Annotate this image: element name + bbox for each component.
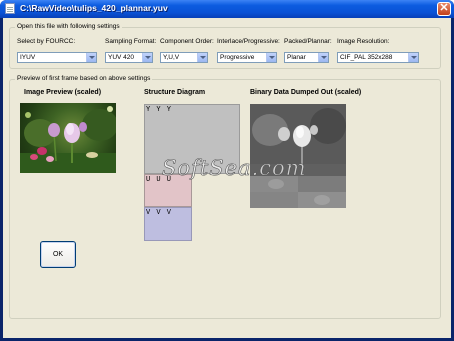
v-plane: V V V: [144, 207, 192, 241]
component-order-label: Component Order:: [160, 38, 214, 45]
ok-button[interactable]: OK: [40, 241, 76, 268]
ok-button-label: OK: [52, 251, 64, 258]
packed-planar-select[interactable]: Planar: [284, 52, 329, 63]
chevron-down-icon[interactable]: [408, 53, 418, 62]
app-window: C:\RawVideo\tulips_420_plannar.yuv ✕ Ope…: [0, 0, 454, 341]
close-button[interactable]: ✕: [437, 2, 451, 16]
settings-group: Open this file with following settings S…: [9, 23, 441, 69]
chevron-down-icon[interactable]: [318, 53, 328, 62]
sampling-format-label: Sampling Format:: [105, 38, 157, 45]
sampling-format-value: YUV 420: [108, 54, 135, 61]
document-icon: [5, 3, 15, 14]
image-preview: [20, 103, 116, 173]
packed-planar-value: Planar: [287, 54, 306, 61]
interlace-value: Progressive: [220, 54, 255, 61]
settings-group-legend: Open this file with following settings: [15, 23, 122, 30]
client-area: Open this file with following settings S…: [3, 18, 451, 338]
chevron-down-icon[interactable]: [266, 53, 276, 62]
image-resolution-select[interactable]: CIF_PAL 352x288: [337, 52, 419, 63]
v-plane-label: V V V: [146, 209, 173, 217]
component-order-value: Y,U,V: [163, 54, 180, 61]
watermark: SoftSea.com: [162, 156, 307, 181]
chevron-down-icon[interactable]: [86, 53, 96, 62]
window-title: C:\RawVideo\tulips_420_plannar.yuv: [20, 3, 168, 13]
component-order-select[interactable]: Y,U,V: [160, 52, 208, 63]
structure-diagram-title: Structure Diagram: [144, 89, 206, 96]
image-preview-title: Image Preview (scaled): [24, 89, 102, 96]
y-plane-label: Y Y Y: [146, 106, 173, 114]
preview-group-legend: Preview of first frame based on above se…: [15, 75, 153, 82]
image-resolution-label: Image Resolution:: [337, 38, 390, 45]
interlace-select[interactable]: Progressive: [217, 52, 277, 63]
chevron-down-icon[interactable]: [197, 53, 207, 62]
interlace-label: Interlace/Progressive:: [217, 38, 280, 45]
binary-data-title: Binary Data Dumped Out (scaled): [250, 89, 362, 96]
sampling-format-select[interactable]: YUV 420: [105, 52, 153, 63]
tulip-photo: [20, 106, 116, 173]
fourcc-value: IYUV: [20, 54, 36, 61]
chevron-down-icon[interactable]: [142, 53, 152, 62]
fourcc-select[interactable]: IYUV: [17, 52, 97, 63]
fourcc-label: Select by FOURCC:: [17, 38, 76, 45]
image-resolution-value: CIF_PAL 352x288: [340, 54, 393, 61]
title-bar[interactable]: C:\RawVideo\tulips_420_plannar.yuv ✕: [0, 0, 454, 18]
packed-planar-label: Packed/Plannar:: [284, 38, 332, 45]
preview-group: Preview of first frame based on above se…: [9, 75, 441, 319]
